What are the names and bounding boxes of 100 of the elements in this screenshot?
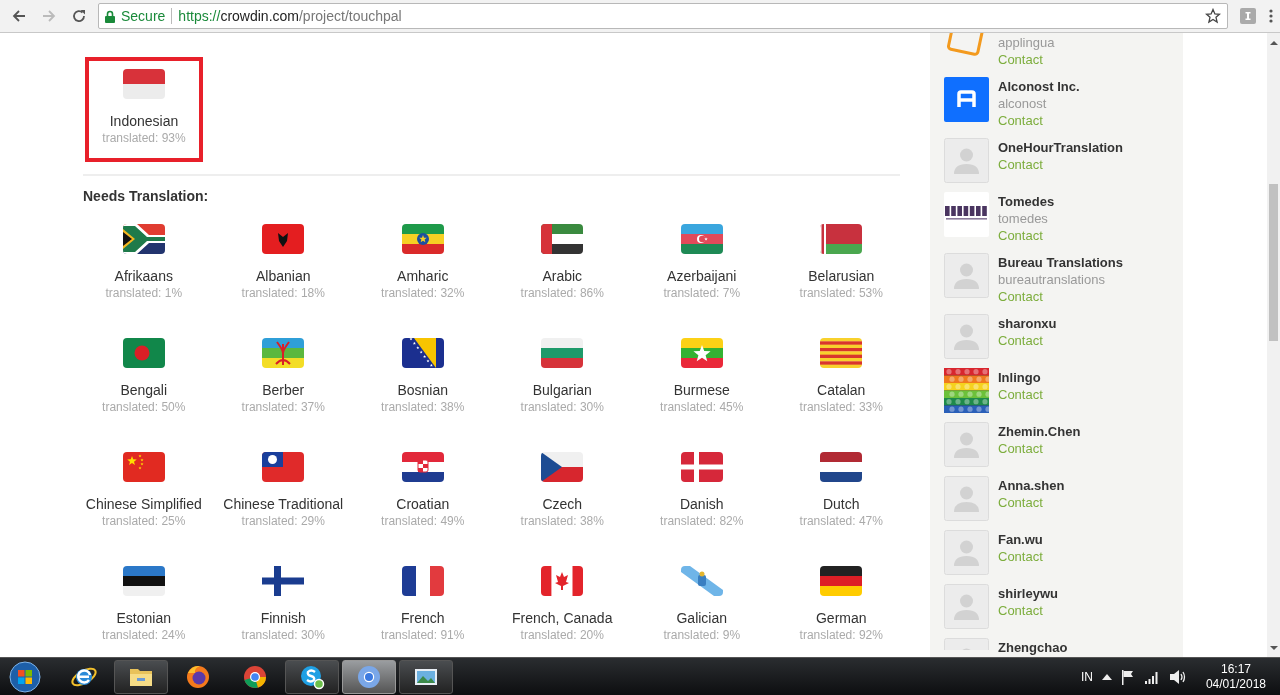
- language-name: Indonesian: [109, 112, 179, 130]
- progress-text: translated: 30%: [241, 627, 325, 643]
- avatar-icon: [944, 422, 989, 467]
- language-link[interactable]: Burmese: [673, 381, 730, 399]
- vendor-name: shirleywu: [998, 585, 1058, 602]
- language-indicator[interactable]: IN: [1080, 669, 1093, 684]
- flag-icon: [262, 452, 305, 482]
- flag-icon: [680, 452, 723, 482]
- secure-label: Secure: [121, 8, 166, 24]
- signal-icon[interactable]: [1143, 669, 1160, 684]
- language-link[interactable]: French: [400, 609, 445, 627]
- taskbar-button[interactable]: [114, 659, 168, 694]
- flag-icon: [541, 566, 584, 596]
- language-link[interactable]: Berber: [262, 381, 305, 399]
- language-link[interactable]: German: [815, 609, 867, 627]
- taskbar-button[interactable]: [399, 659, 453, 694]
- progress-text: translated: 30%: [520, 399, 604, 415]
- avatar-icon: [944, 584, 989, 629]
- scroll-thumb[interactable]: [1269, 184, 1278, 341]
- flag-icon: [680, 224, 723, 254]
- scroll-up-icon[interactable]: [1269, 40, 1278, 46]
- menu-icon[interactable]: [1268, 8, 1274, 24]
- progress-text: translated: 92%: [799, 627, 883, 643]
- vendor-name: Inlingo: [998, 369, 1042, 386]
- progress-text: translated: 49%: [381, 513, 465, 529]
- flag-icon: [122, 224, 165, 254]
- flag-icon: [541, 452, 584, 482]
- progress-text: translated: 25%: [102, 513, 186, 529]
- flag-icon: [262, 224, 305, 254]
- language-link[interactable]: Belarusian: [808, 267, 875, 285]
- language-link[interactable]: Azerbaijani: [667, 267, 737, 285]
- reload-icon: [71, 8, 87, 24]
- language-link[interactable]: Chinese Traditional: [223, 495, 344, 513]
- flag-icon: [820, 224, 863, 254]
- progress-text: translated: 37%: [241, 399, 325, 415]
- progress-text: translated: 38%: [520, 513, 604, 529]
- progress-text: translated: 29%: [241, 513, 325, 529]
- progress-text: translated: 7%: [663, 285, 741, 301]
- address-bar[interactable]: Secure https://crowdin.com/project/touchpal: [98, 3, 1228, 29]
- clock[interactable]: 16:17 04/01/2018: [1205, 661, 1266, 692]
- vendor-handle: tomedes: [998, 210, 1049, 227]
- forward-arrow-icon: [41, 8, 57, 24]
- vendor-name: Bureau Translations: [998, 254, 1123, 271]
- language-link[interactable]: Bosnian: [397, 381, 449, 399]
- avatar-icon: [944, 530, 989, 575]
- progress-text: translated: 47%: [799, 513, 883, 529]
- language-link[interactable]: Estonian: [116, 609, 171, 627]
- lock-icon: [105, 9, 115, 23]
- flag-icon: [123, 69, 165, 99]
- flag-icon: [820, 452, 863, 482]
- vendor-name: OneHourTranslation: [998, 139, 1123, 156]
- language-link[interactable]: Czech: [542, 495, 583, 513]
- language-link[interactable]: Albanian: [256, 267, 311, 285]
- vendor-handle: alconost: [998, 95, 1048, 112]
- vendor-name: Alconost Inc.: [998, 78, 1080, 95]
- progress-text: translated: 50%: [102, 399, 186, 415]
- flag-icon: [541, 338, 584, 368]
- language-link[interactable]: Afrikaans: [114, 267, 173, 285]
- logo-icon: [944, 77, 989, 122]
- vendor-name: Zhemin.Chen: [998, 423, 1081, 440]
- language-link[interactable]: Chinese Simplified: [85, 495, 202, 513]
- flag-icon: [122, 338, 165, 368]
- language-link[interactable]: Croatian: [396, 495, 450, 513]
- flag-icon[interactable]: [1120, 668, 1135, 685]
- star-icon[interactable]: [1205, 8, 1221, 24]
- language-link[interactable]: Arabic: [542, 267, 583, 285]
- scrollbar[interactable]: [1267, 33, 1280, 657]
- vendor-name: sharonxu: [998, 315, 1057, 332]
- taskbar-button[interactable]: [285, 659, 339, 694]
- language-link[interactable]: French, Canada: [512, 609, 613, 627]
- progress-text: translated: 38%: [381, 399, 465, 415]
- back-arrow-icon: [11, 8, 27, 24]
- vendor-name: Tomedes: [998, 193, 1055, 210]
- avatar-icon: [944, 638, 989, 650]
- language-link[interactable]: Dutch: [822, 495, 860, 513]
- flag-icon: [262, 338, 305, 368]
- language-link[interactable]: Amharic: [397, 267, 449, 285]
- language-link[interactable]: Galician: [676, 609, 728, 627]
- caret-icon[interactable]: [1101, 672, 1112, 681]
- vendor-name: Zhengchao: [998, 639, 1068, 656]
- taskbar-button[interactable]: [342, 659, 396, 694]
- progress-text: translated: 9%: [663, 627, 741, 643]
- avatar-icon: [944, 476, 989, 521]
- language-link[interactable]: Bulgarian: [532, 381, 592, 399]
- flag-icon: [401, 338, 444, 368]
- progress-text: translated: 45%: [660, 399, 744, 415]
- volume-icon[interactable]: [1168, 668, 1187, 685]
- language-link[interactable]: Finnish: [260, 609, 306, 627]
- url-text: https://crowdin.com/project/touchpal: [178, 8, 403, 24]
- progress-text: translated: 82%: [660, 513, 744, 529]
- vendor-handle: applingua: [998, 34, 1055, 51]
- language-link[interactable]: Bengali: [120, 381, 168, 399]
- section-heading: Needs Translation:: [83, 187, 210, 205]
- progress-text: translated: 33%: [799, 399, 883, 415]
- progress-text: translated: 32%: [381, 285, 465, 301]
- vendor-name: Fan.wu: [998, 531, 1043, 548]
- scroll-down-icon[interactable]: [1269, 645, 1278, 651]
- language-link[interactable]: Catalan: [817, 381, 866, 399]
- language-link[interactable]: Danish: [679, 495, 724, 513]
- language-card[interactable]: Indonesian translated: 93%: [85, 57, 203, 162]
